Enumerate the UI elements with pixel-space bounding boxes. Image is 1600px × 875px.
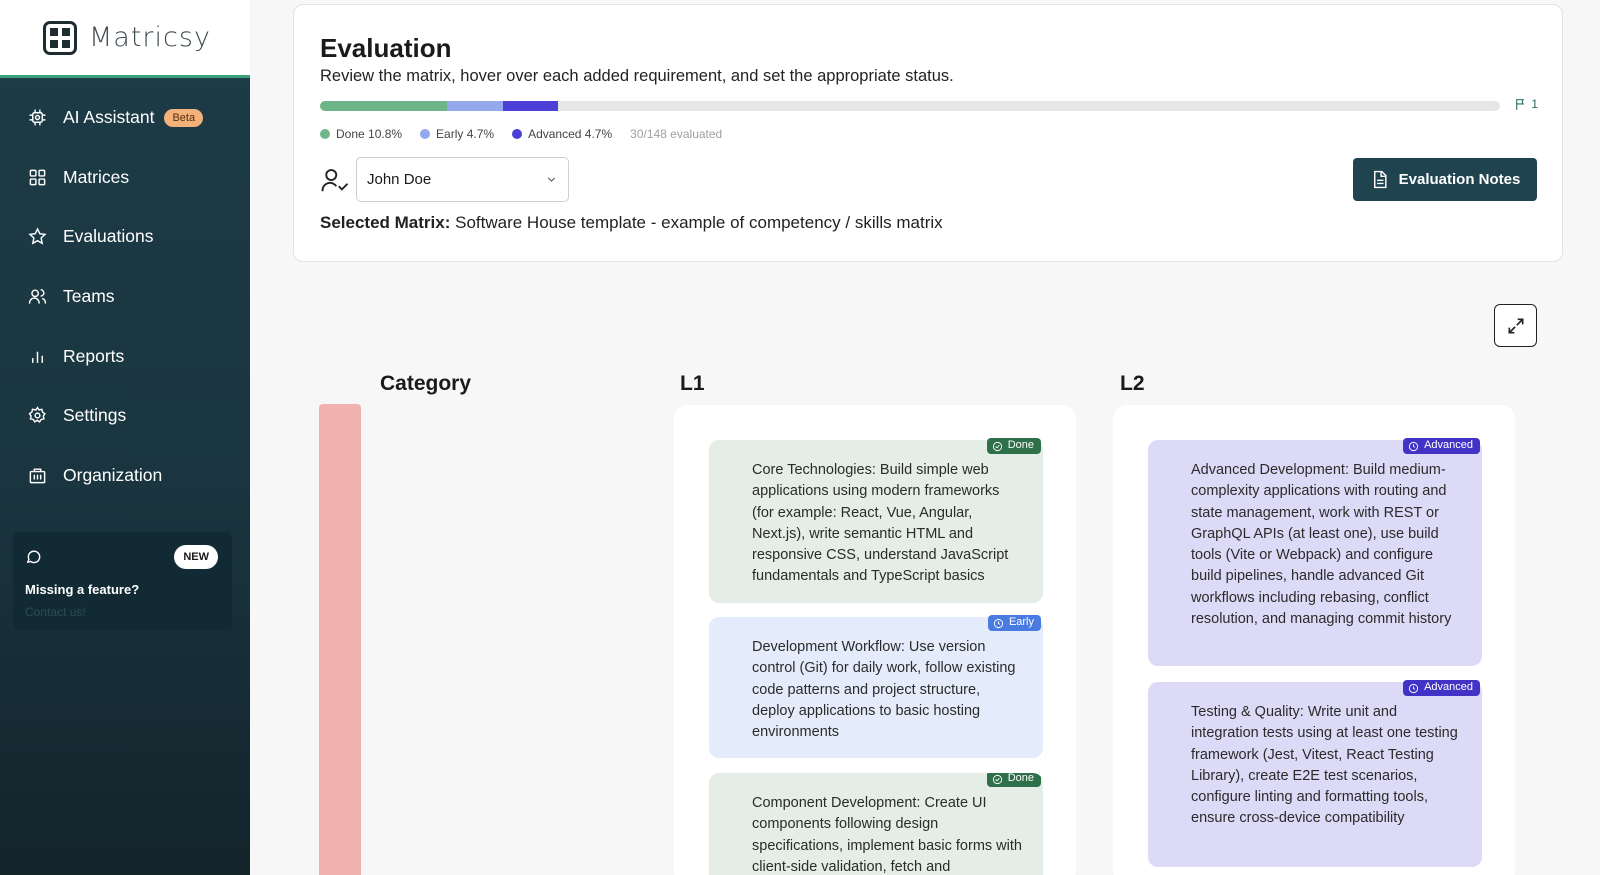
evaluation-notes-label: Evaluation Notes bbox=[1398, 171, 1521, 188]
evaluation-progress-bar bbox=[320, 101, 1500, 111]
user-select[interactable]: John Doe bbox=[356, 157, 569, 202]
column-header-l2: L2 bbox=[1120, 372, 1145, 395]
logo[interactable]: Matricsy bbox=[0, 0, 250, 78]
clock-icon bbox=[993, 618, 1004, 628]
sidebar-item-label: AI Assistant bbox=[63, 107, 155, 128]
category-color-bar bbox=[319, 404, 361, 875]
building-icon bbox=[29, 468, 46, 484]
status-badge: Done bbox=[986, 438, 1041, 454]
bar-chart-icon bbox=[32, 351, 43, 363]
progress-segment-advanced bbox=[502, 101, 559, 111]
gear-icon bbox=[28, 406, 46, 424]
expand-button[interactable] bbox=[1494, 304, 1537, 347]
requirement-text: Advanced Development: Build medium-compl… bbox=[1191, 462, 1452, 628]
column-header-l1: L1 bbox=[680, 372, 705, 395]
sidebar: Matricsy AI Assistant Beta Matrices Eval… bbox=[0, 0, 250, 875]
selected-matrix: Selected Matrix: Software House template… bbox=[320, 213, 943, 233]
document-icon bbox=[1373, 170, 1387, 189]
star-icon bbox=[28, 227, 47, 246]
requirement-card[interactable]: Done Core Technologies: Build simple web… bbox=[709, 438, 1043, 603]
evaluation-notes-button[interactable]: Evaluation Notes bbox=[1353, 158, 1537, 201]
sidebar-item-settings[interactable]: Settings bbox=[0, 386, 250, 446]
logo-mark-icon bbox=[43, 20, 77, 55]
expand-icon bbox=[1508, 318, 1523, 333]
requirement-card[interactable]: Advanced Advanced Development: Build med… bbox=[1148, 438, 1482, 666]
flag-icon bbox=[1516, 98, 1525, 110]
page-subtitle: Review the matrix, hover over each added… bbox=[320, 67, 954, 85]
chat-bubble-icon bbox=[26, 550, 41, 564]
sidebar-nav: AI Assistant Beta Matrices Evaluations T… bbox=[0, 88, 250, 505]
user-check-icon bbox=[321, 168, 349, 191]
legend-advanced: Advanced 4.7% bbox=[512, 127, 612, 141]
legend-done: Done 10.8% bbox=[320, 127, 402, 141]
requirement-text: Testing & Quality: Write unit and integr… bbox=[1191, 704, 1458, 827]
requirement-card[interactable]: Advanced Testing & Quality: Write unit a… bbox=[1148, 680, 1482, 867]
sidebar-item-label: Matrices bbox=[63, 166, 130, 187]
flag-count: 1 bbox=[1531, 97, 1538, 111]
sidebar-item-label: Teams bbox=[63, 286, 115, 307]
feature-card-title: Missing a feature? bbox=[25, 582, 140, 597]
check-circle-icon bbox=[992, 774, 1002, 784]
selected-matrix-value: Software House template - example of com… bbox=[455, 213, 943, 232]
user-select-value: John Doe bbox=[367, 171, 432, 188]
requirement-text: Development Workflow: Use version contro… bbox=[752, 639, 1016, 741]
sidebar-item-label: Organization bbox=[63, 464, 163, 485]
progress-segment-done bbox=[320, 101, 448, 111]
level-column-l2: Advanced Advanced Development: Build med… bbox=[1113, 405, 1515, 875]
requirement-card[interactable]: Early Development Workflow: Use version … bbox=[709, 615, 1043, 758]
sidebar-item-teams[interactable]: Teams bbox=[0, 267, 250, 327]
flag-counter[interactable]: 1 bbox=[1514, 97, 1538, 111]
status-badge: Early bbox=[987, 615, 1041, 631]
chevron-down-icon bbox=[547, 177, 556, 182]
sidebar-item-evaluations[interactable]: Evaluations bbox=[0, 207, 250, 267]
sidebar-item-label: Evaluations bbox=[63, 226, 154, 247]
sidebar-item-label: Settings bbox=[63, 405, 127, 426]
sidebar-item-label: Reports bbox=[63, 345, 125, 366]
contact-us-link[interactable]: Contact us! bbox=[25, 605, 220, 619]
clock-icon bbox=[1408, 683, 1419, 693]
requirement-card[interactable]: Done Component Development: Create UI co… bbox=[709, 773, 1043, 875]
column-header-category: Category bbox=[380, 372, 472, 395]
sidebar-item-ai-assistant[interactable]: AI Assistant Beta bbox=[0, 88, 250, 148]
status-badge: Done bbox=[986, 773, 1041, 787]
user-selector-row: John Doe bbox=[320, 157, 569, 202]
requirement-text: Core Technologies: Build simple web appl… bbox=[752, 462, 1009, 585]
clock-icon bbox=[1408, 441, 1419, 451]
new-badge: NEW bbox=[174, 545, 218, 569]
selected-matrix-label: Selected Matrix: bbox=[320, 213, 451, 232]
page-title: Evaluation bbox=[320, 33, 452, 63]
app-name: Matricsy bbox=[89, 22, 211, 53]
feature-request-card: NEW Missing a feature? Contact us! bbox=[13, 532, 232, 630]
status-badge: Advanced bbox=[1403, 438, 1480, 454]
progress-legend: Done 10.8% Early 4.7% Advanced 4.7% 30/1… bbox=[320, 127, 722, 141]
beta-badge: Beta bbox=[164, 108, 204, 127]
sidebar-item-matrices[interactable]: Matrices bbox=[0, 148, 250, 208]
evaluation-header-card: Evaluation Review the matrix, hover over… bbox=[293, 4, 1563, 262]
ai-chip-icon bbox=[29, 109, 46, 126]
grid-icon bbox=[29, 169, 46, 186]
progress-segment-early bbox=[447, 101, 503, 111]
check-circle-icon bbox=[992, 441, 1002, 451]
level-column-l1: Done Core Technologies: Build simple web… bbox=[674, 405, 1076, 875]
requirement-text: Component Development: Create UI compone… bbox=[752, 795, 1022, 875]
sidebar-item-reports[interactable]: Reports bbox=[0, 326, 250, 386]
legend-early: Early 4.7% bbox=[420, 127, 494, 141]
evaluated-count: 30/148 evaluated bbox=[630, 127, 723, 141]
users-icon bbox=[28, 289, 47, 304]
sidebar-item-organization[interactable]: Organization bbox=[0, 446, 250, 506]
status-badge: Advanced bbox=[1403, 680, 1480, 696]
